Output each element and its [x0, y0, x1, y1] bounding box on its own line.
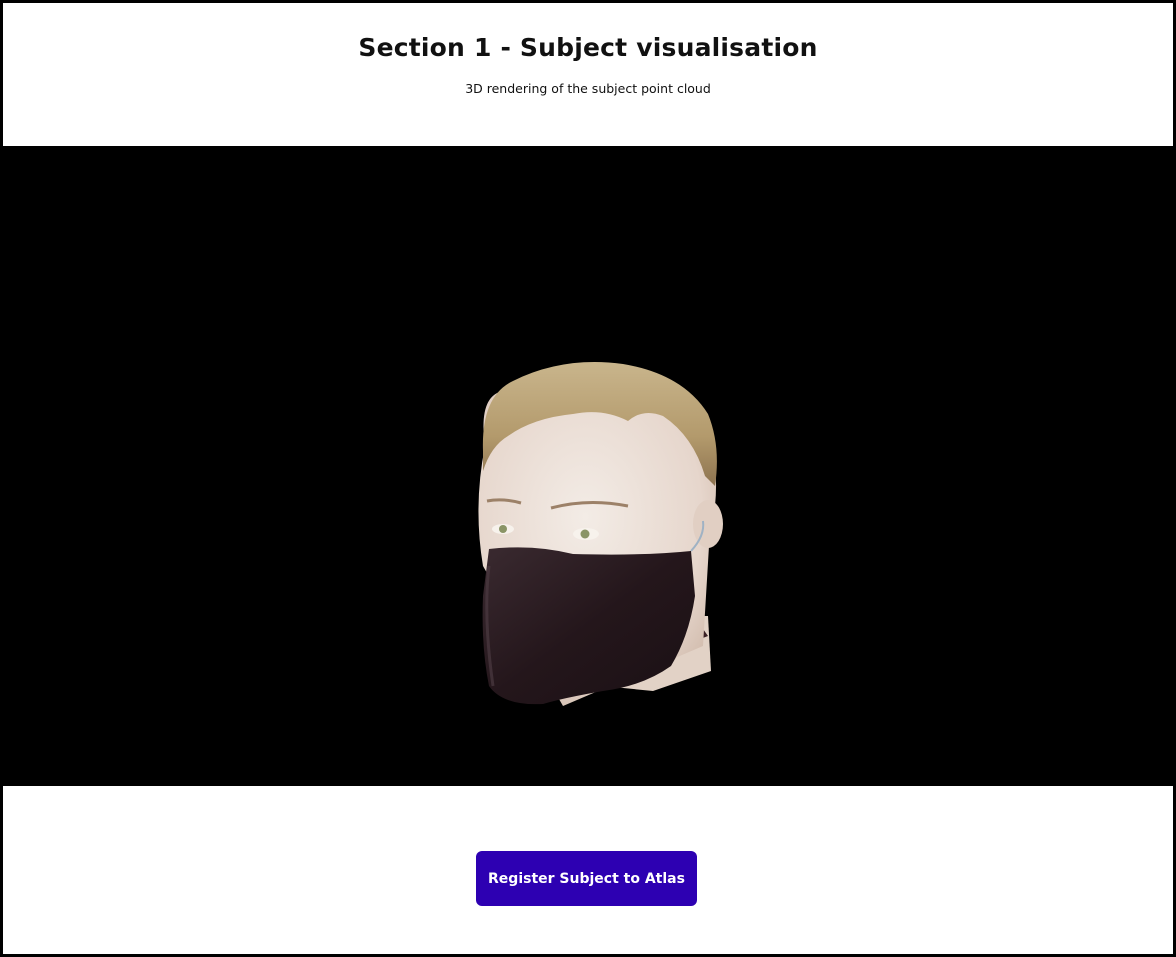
point-cloud-viewer[interactable]	[3, 146, 1173, 786]
point-cloud-render	[478, 362, 723, 706]
section-subtitle: 3D rendering of the subject point cloud	[465, 81, 711, 96]
page-frame: Section 1 - Subject visualisation 3D ren…	[0, 0, 1176, 957]
section-header: Section 1 - Subject visualisation 3D ren…	[3, 3, 1173, 146]
action-footer: Register Subject to Atlas	[3, 786, 1173, 954]
section-title: Section 1 - Subject visualisation	[358, 33, 818, 62]
ear-shape	[693, 500, 723, 548]
register-subject-button[interactable]: Register Subject to Atlas	[476, 851, 697, 906]
